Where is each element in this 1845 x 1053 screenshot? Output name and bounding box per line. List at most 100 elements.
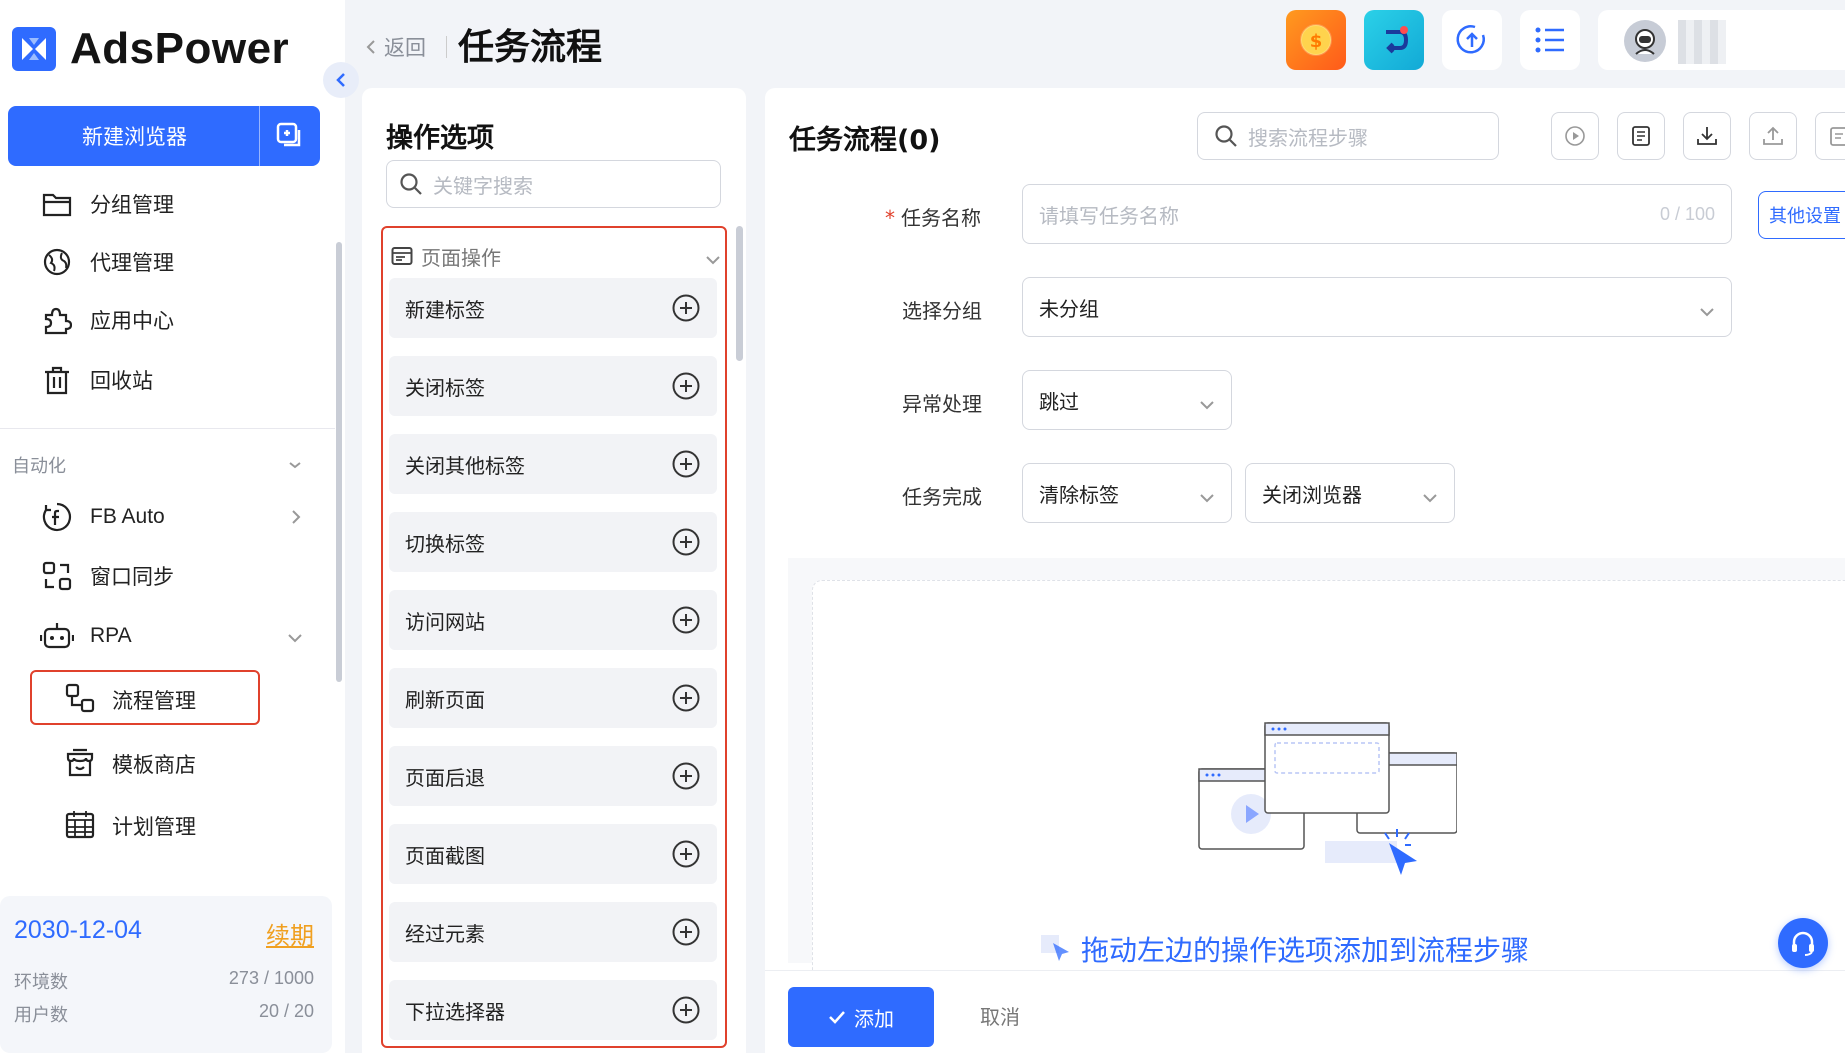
sync-icon bbox=[40, 559, 74, 593]
page-title: 任务流程 bbox=[458, 27, 603, 68]
task-finish-label: 任务完成 bbox=[902, 485, 982, 509]
error-handling-select[interactable]: 跳过 bbox=[1022, 370, 1232, 430]
new-browser-label: 新建浏览器 bbox=[82, 125, 187, 149]
env-count-label: 环境数 bbox=[14, 972, 68, 993]
add-circle-icon[interactable] bbox=[671, 527, 701, 557]
chevron-right-icon[interactable] bbox=[286, 507, 306, 527]
other-settings-button[interactable]: 其他设置 bbox=[1758, 191, 1845, 239]
check-icon bbox=[829, 1011, 845, 1024]
add-circle-icon[interactable] bbox=[671, 683, 701, 713]
op-item-hover-element[interactable]: 经过元素 bbox=[389, 902, 717, 962]
category-page-operations[interactable]: 页面操作 bbox=[391, 238, 721, 274]
op-item-screenshot[interactable]: 页面截图 bbox=[389, 824, 717, 884]
ops-scrollbar[interactable] bbox=[736, 226, 743, 361]
task-name-input[interactable]: 请填写任务名称 0 / 100 bbox=[1022, 184, 1732, 244]
error-handling-value: 跳过 bbox=[1039, 389, 1079, 414]
flow-steps-area: 拖动左边的操作选项添加到流程步骤 bbox=[788, 558, 1845, 985]
op-item-close-other-tabs[interactable]: 关闭其他标签 bbox=[389, 434, 717, 494]
sidebar-item-label: 窗口同步 bbox=[90, 565, 174, 589]
more-tool-button[interactable] bbox=[1815, 112, 1845, 160]
add-circle-icon[interactable] bbox=[671, 371, 701, 401]
drop-zone[interactable]: 拖动左边的操作选项添加到流程步骤 bbox=[812, 580, 1845, 985]
sidebar-item-trash[interactable]: 回收站 bbox=[40, 360, 153, 400]
cancel-button[interactable]: 取消 bbox=[980, 1001, 1020, 1030]
sidebar-item-flow-management[interactable]: 流程管理 bbox=[64, 680, 196, 720]
sidebar-item-groups[interactable]: 分组管理 bbox=[40, 184, 174, 224]
chevron-down-icon[interactable] bbox=[285, 455, 305, 475]
add-circle-icon[interactable] bbox=[671, 293, 701, 323]
app-logo[interactable]: AdsPower bbox=[12, 24, 289, 74]
share-button[interactable] bbox=[1364, 10, 1424, 70]
sidebar-item-fb-auto[interactable]: FB Auto bbox=[40, 497, 165, 537]
sidebar-item-app-center[interactable]: 应用中心 bbox=[40, 300, 174, 340]
op-item-label: 经过元素 bbox=[405, 921, 485, 946]
upload-icon bbox=[1763, 126, 1783, 145]
op-item-visit-site[interactable]: 访问网站 bbox=[389, 590, 717, 650]
ops-list-highlight: 页面操作 新建标签 关闭标签 关闭其他标签 切换标签 访问网站 刷新页面 页面后… bbox=[381, 226, 727, 1048]
adspower-logo-icon bbox=[12, 27, 56, 71]
add-button[interactable]: 添加 bbox=[788, 987, 934, 1047]
task-name-placeholder: 请填写任务名称 bbox=[1039, 203, 1179, 228]
batch-add-icon[interactable] bbox=[260, 106, 320, 166]
finish-value-2: 关闭浏览器 bbox=[1262, 482, 1362, 507]
automation-section-label[interactable]: 自动化 bbox=[12, 452, 66, 478]
new-browser-button[interactable]: 新建浏览器 bbox=[8, 106, 320, 166]
robot-icon bbox=[40, 619, 74, 653]
sidebar-item-label: 计划管理 bbox=[112, 815, 196, 839]
op-item-new-tab[interactable]: 新建标签 bbox=[389, 278, 717, 338]
add-circle-icon[interactable] bbox=[671, 605, 701, 635]
collapse-sidebar-button[interactable] bbox=[323, 62, 359, 98]
upload-circle-icon bbox=[1456, 25, 1485, 54]
coin-icon: $ bbox=[1300, 24, 1332, 56]
coin-rewards-button[interactable]: $ bbox=[1286, 10, 1346, 70]
op-item-switch-tab[interactable]: 切换标签 bbox=[389, 512, 717, 572]
chevron-down-icon[interactable] bbox=[285, 628, 305, 648]
list-icon bbox=[1535, 27, 1564, 53]
chevron-down-icon bbox=[1422, 484, 1438, 508]
error-handling-label: 异常处理 bbox=[902, 392, 982, 416]
run-debug-button[interactable] bbox=[1551, 112, 1599, 160]
finish-value-1: 清除标签 bbox=[1039, 482, 1119, 507]
sidebar-item-schedule[interactable]: 计划管理 bbox=[64, 806, 196, 846]
finish-close-browser-select[interactable]: 关闭浏览器 bbox=[1245, 463, 1455, 523]
plan-card: 2030-12-04 续期 环境数 273 / 1000 用户数 20 / 20 bbox=[0, 896, 332, 1053]
log-button[interactable] bbox=[1617, 112, 1665, 160]
sidebar-item-template-store[interactable]: 模板商店 bbox=[64, 744, 196, 784]
flow-search-input[interactable]: 搜索流程步骤 bbox=[1197, 112, 1499, 160]
ops-search-placeholder: 关键字搜索 bbox=[433, 173, 533, 198]
add-circle-icon[interactable] bbox=[671, 839, 701, 869]
op-item-close-tab[interactable]: 关闭标签 bbox=[389, 356, 717, 416]
sidebar-item-window-sync[interactable]: 窗口同步 bbox=[40, 556, 174, 596]
sidebar-scrollbar[interactable] bbox=[336, 242, 342, 682]
user-menu[interactable] bbox=[1598, 10, 1845, 70]
op-item-refresh-page[interactable]: 刷新页面 bbox=[389, 668, 717, 728]
op-item-dropdown-selector[interactable]: 下拉选择器 bbox=[389, 980, 717, 1040]
sidebar-item-proxy[interactable]: 代理管理 bbox=[40, 242, 174, 282]
finish-clear-tabs-select[interactable]: 清除标签 bbox=[1022, 463, 1232, 523]
export-button[interactable] bbox=[1749, 112, 1797, 160]
chevron-down-icon[interactable] bbox=[705, 246, 721, 270]
op-item-page-back[interactable]: 页面后退 bbox=[389, 746, 717, 806]
category-label: 页面操作 bbox=[421, 245, 501, 270]
add-circle-icon[interactable] bbox=[671, 449, 701, 479]
renew-link[interactable]: 续期 bbox=[266, 916, 314, 951]
add-circle-icon[interactable] bbox=[671, 995, 701, 1025]
char-counter: 0 / 100 bbox=[1659, 203, 1715, 224]
op-item-label: 关闭其他标签 bbox=[405, 453, 525, 478]
customer-support-button[interactable] bbox=[1778, 918, 1828, 968]
group-select[interactable]: 未分组 bbox=[1022, 277, 1732, 337]
add-circle-icon[interactable] bbox=[671, 917, 701, 947]
sidebar-item-rpa[interactable]: RPA bbox=[40, 616, 132, 656]
import-button[interactable] bbox=[1683, 112, 1731, 160]
op-item-label: 新建标签 bbox=[405, 297, 485, 322]
ops-search-input[interactable]: 关键字搜索 bbox=[386, 160, 721, 208]
footer-actions: 添加 取消 bbox=[765, 970, 1845, 1053]
task-list-button[interactable] bbox=[1520, 10, 1580, 70]
back-button[interactable]: 返回 bbox=[366, 32, 426, 62]
upgrade-button[interactable] bbox=[1442, 10, 1502, 70]
add-circle-icon[interactable] bbox=[671, 761, 701, 791]
op-item-label: 访问网站 bbox=[405, 609, 485, 634]
page-icon bbox=[391, 247, 413, 265]
op-item-label: 切换标签 bbox=[405, 531, 485, 556]
flow-icon bbox=[64, 682, 96, 719]
